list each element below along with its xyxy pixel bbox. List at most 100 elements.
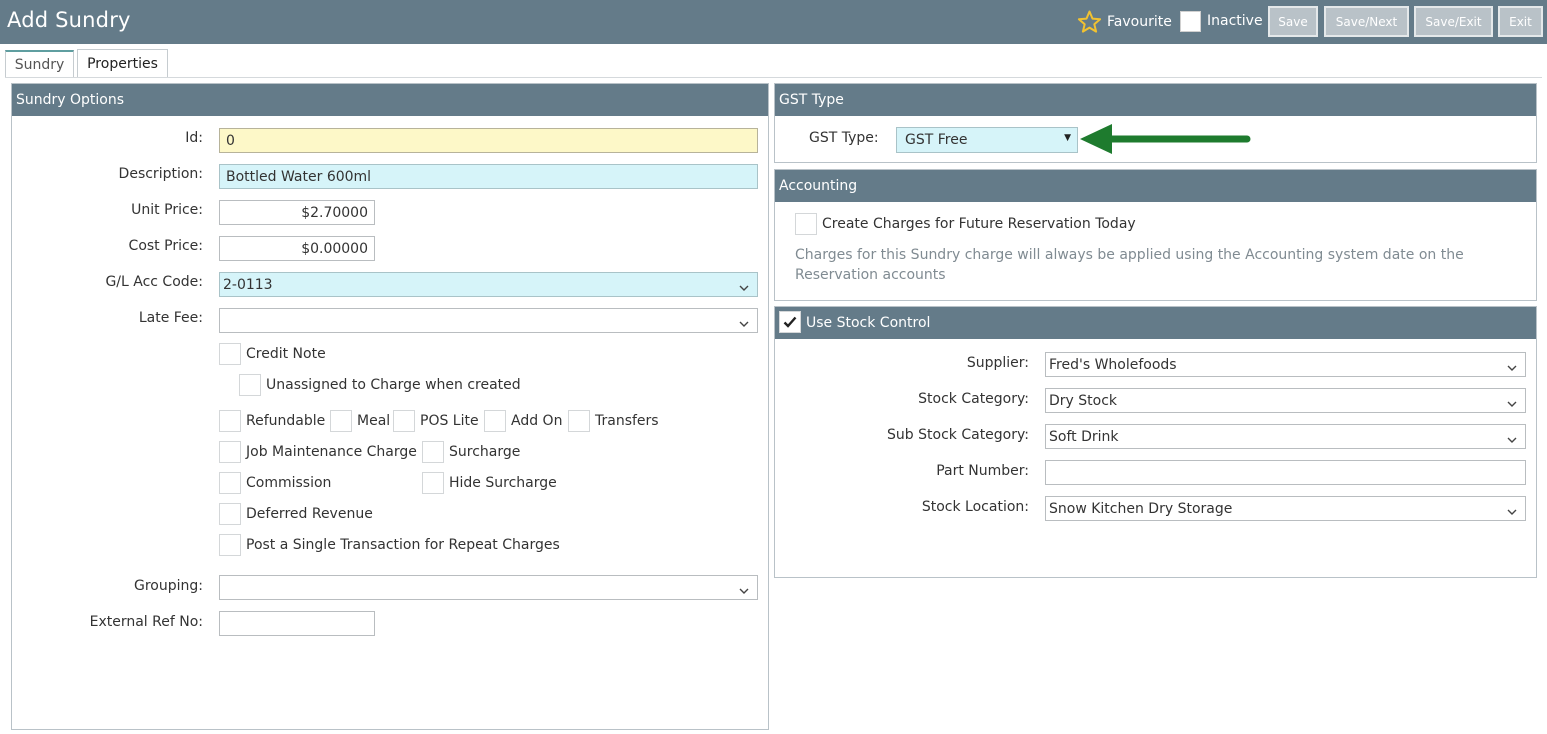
future-charges-label: Create Charges for Future Reservation To… — [822, 216, 1136, 232]
cost-price-value: $0.00000 — [301, 240, 368, 257]
part-number-label: Part Number: — [936, 463, 1029, 479]
tab-sundry[interactable]: Sundry — [5, 50, 74, 78]
save-next-button[interactable]: Save/Next — [1324, 6, 1409, 37]
refundable-label: Refundable — [246, 413, 326, 429]
tab-properties[interactable]: Properties — [77, 49, 168, 77]
unit-price-value: $2.70000 — [301, 204, 368, 221]
single-transaction-label: Post a Single Transaction for Repeat Cha… — [246, 537, 560, 553]
supplier-label: Supplier: — [966, 355, 1029, 371]
grouping-label: Grouping: — [134, 578, 203, 594]
single-transaction-checkbox[interactable] — [219, 534, 241, 556]
inactive-checkbox[interactable] — [1180, 10, 1201, 32]
tab-divider — [5, 77, 1542, 78]
external-ref-field[interactable] — [219, 611, 375, 636]
gl-acc-code-value: 2-0113 — [223, 276, 273, 293]
job-maintenance-checkbox[interactable] — [219, 441, 241, 463]
id-field[interactable]: 0 — [219, 128, 758, 153]
gst-type-panel: GST Type GST Type: GST Free ▼ — [774, 83, 1537, 163]
commission-label: Commission — [246, 475, 332, 491]
pos-lite-label: POS Lite — [420, 413, 479, 429]
stock-category-select[interactable]: Dry Stock — [1045, 388, 1526, 413]
transfers-checkbox[interactable] — [568, 410, 590, 432]
inactive-toggle[interactable]: Inactive — [1180, 10, 1263, 32]
arrow-pointer-icon — [1080, 124, 1251, 154]
chevron-down-icon — [739, 583, 749, 599]
supplier-select[interactable]: Fred's Wholefoods — [1045, 352, 1526, 377]
external-ref-label: External Ref No: — [89, 614, 203, 630]
chevron-down-icon — [739, 280, 749, 296]
sub-stock-category-label: Sub Stock Category: — [887, 427, 1029, 443]
use-stock-control-checkbox[interactable] — [779, 311, 801, 333]
favourite-toggle[interactable]: Favourite — [1077, 9, 1172, 35]
page-title: Add Sundry — [7, 8, 131, 32]
id-label: Id: — [185, 130, 203, 146]
sub-stock-category-select[interactable]: Soft Drink — [1045, 424, 1526, 449]
cost-price-label: Cost Price: — [128, 238, 203, 254]
gst-type-label: GST Type: — [809, 130, 879, 146]
description-field[interactable]: Bottled Water 600ml — [219, 164, 758, 189]
pos-lite-checkbox[interactable] — [393, 410, 415, 432]
gl-acc-code-select[interactable]: 2-0113 — [219, 272, 758, 297]
job-maintenance-label: Job Maintenance Charge — [246, 444, 417, 460]
gl-acc-code-label: G/L Acc Code: — [105, 274, 203, 290]
stock-location-select[interactable]: Snow Kitchen Dry Storage — [1045, 496, 1526, 521]
sundry-options-panel: Sundry Options Id: 0 Description: Bottle… — [11, 83, 769, 730]
description-label: Description: — [118, 166, 203, 182]
stock-category-label: Stock Category: — [918, 391, 1029, 407]
unassigned-label: Unassigned to Charge when created — [266, 377, 521, 393]
accounting-heading: Accounting — [775, 170, 1536, 202]
credit-note-label: Credit Note — [246, 346, 326, 362]
credit-note-checkbox[interactable] — [219, 343, 241, 365]
checkmark-icon — [783, 316, 797, 328]
commission-checkbox[interactable] — [219, 472, 241, 494]
stock-location-value: Snow Kitchen Dry Storage — [1049, 500, 1233, 517]
refundable-checkbox[interactable] — [219, 410, 241, 432]
top-bar: Add Sundry Favourite Inactive Save Save/… — [0, 0, 1547, 44]
add-on-checkbox[interactable] — [484, 410, 506, 432]
unit-price-field[interactable]: $2.70000 — [219, 200, 375, 225]
hide-surcharge-label: Hide Surcharge — [449, 475, 557, 491]
chevron-down-icon — [739, 316, 749, 332]
chevron-down-icon — [1507, 432, 1517, 448]
sub-stock-category-value: Soft Drink — [1049, 428, 1119, 445]
gst-type-heading: GST Type — [775, 84, 1536, 116]
stock-control-panel: Use Stock Control Supplier: Fred's Whole… — [774, 306, 1537, 578]
gst-type-value: GST Free — [905, 132, 968, 148]
grouping-select[interactable] — [219, 575, 758, 600]
transfers-label: Transfers — [595, 413, 659, 429]
deferred-revenue-checkbox[interactable] — [219, 503, 241, 525]
accounting-note-line1: Charges for this Sundry charge will alwa… — [795, 247, 1464, 263]
save-button[interactable]: Save — [1268, 6, 1318, 37]
save-exit-button[interactable]: Save/Exit — [1414, 6, 1493, 37]
part-number-field[interactable] — [1045, 460, 1526, 485]
supplier-value: Fred's Wholefoods — [1049, 356, 1177, 373]
late-fee-label: Late Fee: — [138, 310, 203, 326]
unit-price-label: Unit Price: — [131, 202, 203, 218]
accounting-panel: Accounting Create Charges for Future Res… — [774, 169, 1537, 301]
meal-checkbox[interactable] — [330, 410, 352, 432]
favourite-label: Favourite — [1107, 14, 1172, 30]
chevron-down-icon — [1507, 504, 1517, 520]
caret-down-icon: ▼ — [1064, 133, 1071, 143]
late-fee-select[interactable] — [219, 308, 758, 333]
unassigned-checkbox[interactable] — [239, 374, 261, 396]
description-value: Bottled Water 600ml — [226, 168, 372, 185]
future-charges-checkbox[interactable] — [795, 213, 817, 235]
surcharge-checkbox[interactable] — [422, 441, 444, 463]
exit-button[interactable]: Exit — [1498, 6, 1543, 37]
hide-surcharge-checkbox[interactable] — [422, 472, 444, 494]
deferred-revenue-label: Deferred Revenue — [246, 506, 373, 522]
surcharge-label: Surcharge — [449, 444, 521, 460]
star-icon[interactable] — [1077, 10, 1102, 34]
stock-category-value: Dry Stock — [1049, 392, 1118, 409]
gst-type-select[interactable]: GST Free ▼ — [896, 127, 1078, 153]
chevron-down-icon — [1507, 396, 1517, 412]
inactive-label: Inactive — [1207, 13, 1263, 29]
stock-control-heading-label: Use Stock Control — [806, 315, 931, 331]
cost-price-field[interactable]: $0.00000 — [219, 236, 375, 261]
stock-control-heading: Use Stock Control — [775, 307, 1536, 339]
chevron-down-icon — [1507, 360, 1517, 376]
id-value: 0 — [226, 132, 235, 149]
sundry-options-heading: Sundry Options — [12, 84, 768, 116]
stock-location-label: Stock Location: — [921, 499, 1029, 515]
